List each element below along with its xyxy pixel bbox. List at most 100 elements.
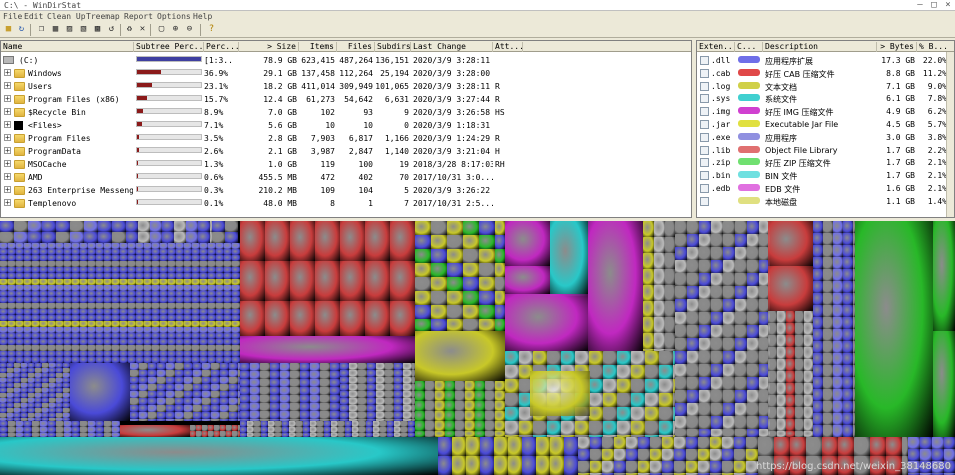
treemap-block[interactable] [130,405,139,412]
treemap-block[interactable] [310,395,320,403]
treemap-block[interactable] [184,419,193,421]
treemap-block[interactable] [768,347,777,359]
treemap-block[interactable] [723,429,735,437]
treemap-block[interactable] [665,237,675,253]
treemap-block[interactable] [575,351,589,365]
treemap-block[interactable] [786,335,795,347]
table-row[interactable]: + Program Files (x86) 15.7% 12.4 GB 61,273 54… [1,93,691,106]
list-item[interactable]: .cab 好压 CAB 压缩文件 8.8 GB 11.2% [697,67,954,80]
treemap-block[interactable] [813,221,823,233]
treemap-block[interactable] [747,312,759,325]
treemap-block[interactable] [463,305,479,319]
treemap-block[interactable] [699,221,711,234]
treemap-block[interactable] [320,403,330,411]
treemap-block[interactable] [505,266,550,294]
treemap-block[interactable] [403,384,412,391]
treemap-block[interactable] [250,403,260,411]
treemap-block[interactable] [130,391,139,398]
treemap-block[interactable] [240,261,265,301]
treemap-block[interactable] [56,232,70,243]
treemap-block[interactable] [330,379,340,387]
treemap-block[interactable] [229,412,238,419]
treemap-block[interactable] [735,351,747,364]
close-icon[interactable]: × [941,0,955,10]
treemap-block[interactable] [643,285,654,301]
treemap-block[interactable] [547,351,561,365]
treemap-block[interactable] [495,401,505,411]
treemap-block[interactable] [833,353,843,365]
treemap-block[interactable] [465,381,475,391]
treemap-block[interactable] [385,398,394,405]
treemap-block[interactable] [823,353,833,365]
treemap-block[interactable] [638,449,650,461]
treemap-block[interactable] [823,341,833,353]
treemap-block[interactable] [659,407,673,421]
treemap-block[interactable] [645,365,659,379]
treemap-block[interactable] [589,421,603,435]
treemap-block[interactable] [320,411,330,419]
treemap-block[interactable] [265,221,290,261]
treemap-block[interactable] [315,221,340,261]
treemap-block[interactable] [687,364,699,377]
treemap-block[interactable] [699,286,711,299]
treemap-block[interactable] [220,384,229,391]
treemap-block[interactable] [394,363,403,370]
menu-edit[interactable]: Edit [24,12,43,21]
treemap-block[interactable] [813,257,823,269]
treemap-block[interactable] [686,437,698,449]
treemap-block[interactable] [475,411,485,421]
treemap-block[interactable] [777,383,786,395]
treemap-block[interactable] [843,377,853,389]
table-row[interactable]: + ProgramData 2.6% 2.1 GB 3,987 2,847 1,140 202… [1,145,691,158]
treemap-block[interactable] [193,391,202,398]
treemap-block[interactable] [659,421,673,435]
treemap-block[interactable] [687,234,699,247]
list-item[interactable]: .exe 应用程序 3.0 GB 3.8% [697,131,954,144]
treemap-block[interactable] [589,365,603,379]
treemap-block[interactable] [747,338,759,351]
treemap-block[interactable] [175,370,184,377]
treemap-block[interactable] [823,233,833,245]
table-row[interactable]: +263 Enterprise Messenger 0.3% 210.2 MB 109… [1,184,691,197]
treemap-block[interactable] [675,377,687,390]
treemap-block[interactable] [463,221,479,235]
treemap-block[interactable] [220,398,229,405]
treemap-block[interactable] [886,437,902,456]
treemap-block[interactable] [349,363,358,370]
treemap-block[interactable] [813,317,823,329]
treemap-block[interactable] [435,401,445,411]
treemap-block[interactable] [340,384,349,391]
treemap-block[interactable] [617,379,631,393]
treemap-block[interactable] [699,364,711,377]
treemap-block[interactable] [843,305,853,317]
treemap-block[interactable] [746,449,758,461]
treemap-block[interactable] [626,461,638,473]
treemap-block[interactable] [675,390,687,403]
treemap-block[interactable] [300,395,310,403]
treemap-block[interactable] [768,371,777,383]
treemap-block[interactable] [475,381,485,391]
treemap-block[interactable] [822,437,838,456]
treemap-block[interactable] [843,281,853,293]
treemap-block[interactable] [838,437,854,456]
treemap-block[interactable] [522,437,536,456]
treemap-block[interactable] [843,365,853,377]
treemap-block[interactable] [349,405,358,412]
treemap-block[interactable] [112,221,126,232]
treemap-block[interactable] [390,261,415,301]
treemap-block[interactable] [710,461,722,473]
treemap-block[interactable] [804,359,813,371]
treemap-block[interactable] [654,317,665,333]
treemap-block[interactable] [250,371,260,379]
treemap-block[interactable] [786,311,795,323]
treemap-block[interactable] [645,351,659,365]
settings-icon[interactable]: ▧ [78,24,89,35]
treemap-block[interactable] [280,379,290,387]
treemap-block[interactable] [479,249,495,263]
treemap-block[interactable] [687,416,699,429]
treemap-block[interactable] [202,391,211,398]
treemap-block[interactable] [184,391,193,398]
treemap-block[interactable] [184,412,193,419]
treemap-block[interactable] [614,449,626,461]
treemap-block[interactable] [340,398,349,405]
